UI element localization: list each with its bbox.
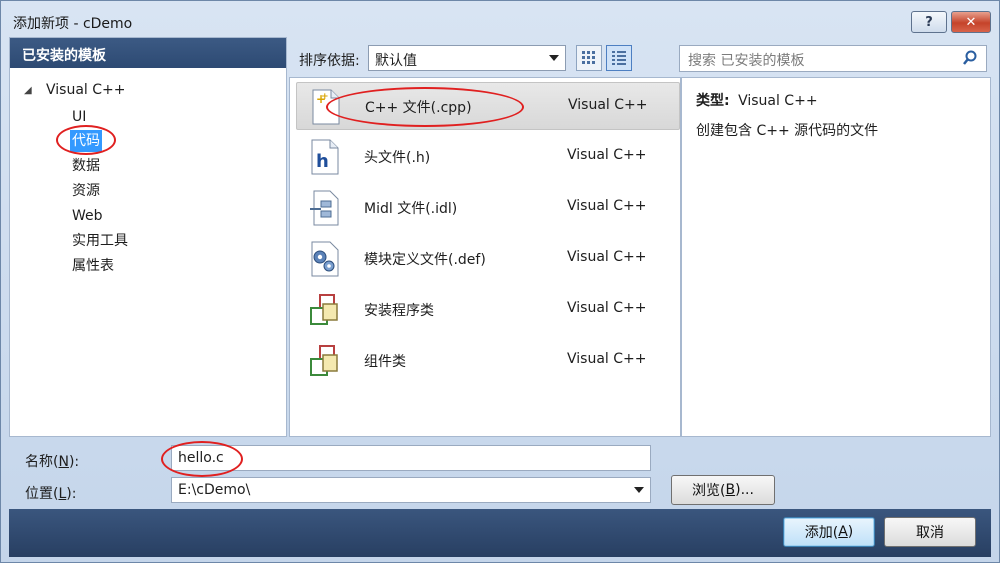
- component-class-icon: [310, 345, 338, 376]
- type-label: 类型:: [696, 93, 730, 109]
- type-value: Visual C++: [738, 93, 818, 109]
- search-templates-input[interactable]: 搜索 已安装的模板: [679, 45, 987, 72]
- template-row-component[interactable]: 组件类 Visual C++: [296, 337, 680, 385]
- tree-item-resource[interactable]: 资源: [70, 180, 102, 202]
- sort-by-value: 默认值: [375, 53, 417, 69]
- template-name: C++ 文件(.cpp): [365, 100, 472, 116]
- cancel-button[interactable]: 取消: [884, 517, 976, 547]
- template-lang: Visual C++: [567, 147, 647, 163]
- template-lang: Visual C++: [567, 351, 647, 367]
- name-input[interactable]: hello.c: [171, 445, 651, 471]
- template-type: 类型: Visual C++: [696, 90, 818, 110]
- close-button[interactable]: ✕: [951, 11, 991, 33]
- header-file-icon: h: [311, 139, 339, 175]
- search-icon[interactable]: [962, 50, 978, 70]
- template-list: + + C++ 文件(.cpp) Visual C++ h 头文件(.h) Vi…: [289, 77, 681, 437]
- template-row-header[interactable]: h 头文件(.h) Visual C++: [296, 133, 680, 181]
- location-label: 位置(L):: [25, 486, 77, 502]
- browse-button[interactable]: 浏览(B)...: [671, 475, 775, 505]
- midl-file-icon: [310, 190, 339, 226]
- tree-node-visual-cpp[interactable]: ◢ Visual C++: [24, 82, 125, 98]
- location-combobox[interactable]: E:\cDemo\: [171, 477, 651, 503]
- template-lang: Visual C++: [567, 198, 647, 214]
- add-new-item-dialog: 添加新项 - cDemo ? ✕ 已安装的模板 ◢ Visual C++ UI …: [0, 0, 1000, 563]
- installer-class-icon: [310, 294, 338, 325]
- tree-root-label: Visual C++: [46, 82, 126, 98]
- installed-templates-panel: 已安装的模板 ◢ Visual C++ UI 代码 数据 资源 Web 实用工具…: [9, 37, 287, 437]
- dropdown-arrow-icon: [549, 55, 559, 61]
- template-info-panel: 类型: Visual C++ 创建包含 C++ 源代码的文件: [681, 77, 991, 437]
- template-name: 头文件(.h): [364, 150, 431, 166]
- add-button[interactable]: 添加(A): [783, 517, 875, 547]
- tree-item-web[interactable]: Web: [70, 205, 105, 227]
- tree-item-code[interactable]: 代码: [70, 130, 102, 152]
- title-bar[interactable]: 添加新项 - cDemo ? ✕: [1, 1, 999, 37]
- template-name: 安装程序类: [364, 303, 434, 319]
- installed-templates-header: 已安装的模板: [10, 38, 286, 68]
- name-value: hello.c: [178, 450, 224, 466]
- location-value: E:\cDemo\: [178, 482, 251, 498]
- svg-text:+: +: [321, 92, 329, 102]
- window-title: 添加新项 - cDemo: [13, 16, 133, 32]
- name-label: 名称(N):: [25, 454, 80, 470]
- search-placeholder: 搜索 已安装的模板: [688, 53, 805, 69]
- help-button[interactable]: ?: [911, 11, 947, 33]
- small-icons-view-button[interactable]: [576, 45, 602, 71]
- tree-item-ui[interactable]: UI: [70, 106, 88, 128]
- template-row-installer[interactable]: 安装程序类 Visual C++: [296, 286, 680, 334]
- sort-by-dropdown[interactable]: 默认值: [368, 45, 566, 71]
- dropdown-arrow-icon[interactable]: [634, 487, 644, 493]
- expand-arrow-icon[interactable]: ◢: [24, 85, 44, 96]
- tree-item-property-sheet[interactable]: 属性表: [70, 255, 116, 277]
- template-name: 组件类: [364, 354, 406, 370]
- tree-item-data[interactable]: 数据: [70, 155, 102, 177]
- template-row-cpp[interactable]: + + C++ 文件(.cpp) Visual C++: [296, 82, 680, 130]
- sort-by-label: 排序依据:: [299, 53, 360, 69]
- details-view-icon: [612, 51, 626, 65]
- small-icons-icon: [582, 51, 595, 64]
- template-description: 创建包含 C++ 源代码的文件: [696, 123, 879, 139]
- def-file-icon: [311, 241, 339, 277]
- template-name: 模块定义文件(.def): [364, 252, 486, 268]
- template-row-def[interactable]: 模块定义文件(.def) Visual C++: [296, 235, 680, 283]
- template-lang: Visual C++: [567, 249, 647, 265]
- template-lang: Visual C++: [568, 97, 648, 113]
- details-view-button[interactable]: [606, 45, 632, 71]
- svg-text:h: h: [316, 151, 329, 172]
- template-row-midl[interactable]: Midl 文件(.idl) Visual C++: [296, 184, 680, 232]
- cpp-file-icon: + +: [312, 89, 340, 125]
- template-lang: Visual C++: [567, 300, 647, 316]
- template-name: Midl 文件(.idl): [364, 201, 458, 217]
- tree-item-utility[interactable]: 实用工具: [70, 230, 130, 252]
